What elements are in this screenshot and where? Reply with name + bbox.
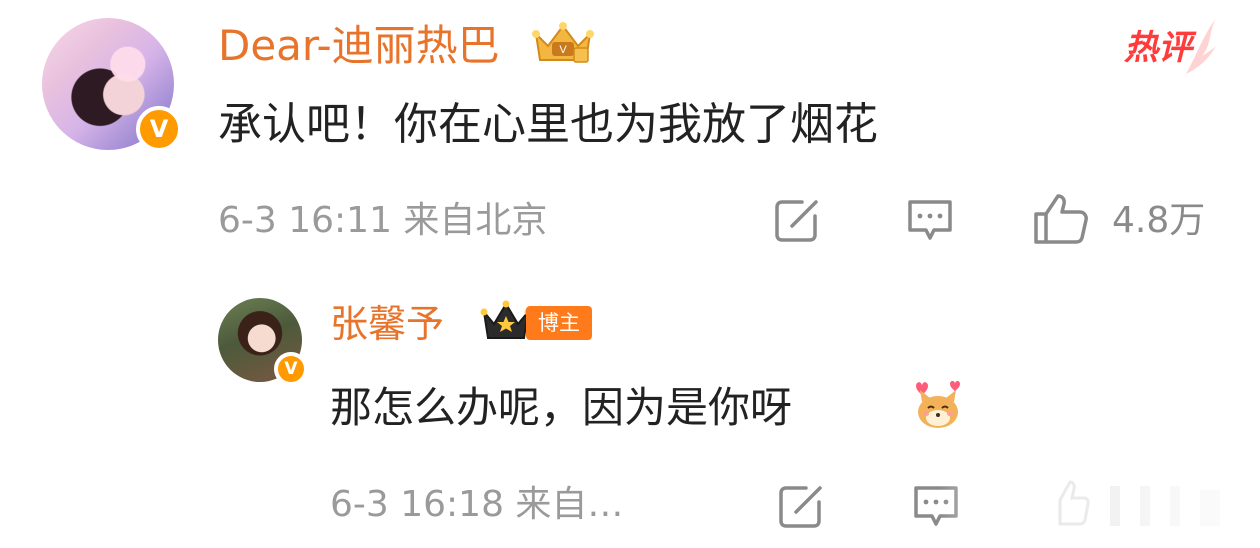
comment-icon[interactable] bbox=[904, 196, 956, 244]
verified-v-icon: V bbox=[136, 106, 182, 152]
comment-meta: 6-3 16:11 来自北京 bbox=[218, 200, 548, 241]
comment-username[interactable]: Dear-迪丽热巴 bbox=[218, 20, 500, 72]
hot-comment-badge: 热评 bbox=[1118, 16, 1218, 76]
gold-crown-icon: V bbox=[532, 22, 594, 63]
reply-text: 那怎么办呢，因为是你呀 bbox=[330, 383, 793, 432]
avatar[interactable]: V bbox=[42, 18, 182, 152]
reply-avatar[interactable]: V bbox=[218, 298, 308, 386]
verified-v-icon: V bbox=[274, 352, 308, 386]
fade-overlay bbox=[940, 470, 1260, 548]
blogger-tag: 博主 bbox=[526, 306, 592, 340]
like-thumb-icon[interactable] bbox=[1032, 192, 1090, 246]
shiba-heart-emoji-icon bbox=[916, 381, 960, 428]
reply-username[interactable]: 张馨予 bbox=[330, 300, 444, 348]
repost-icon[interactable] bbox=[772, 196, 824, 244]
svg-text:V: V bbox=[559, 44, 567, 56]
black-crown-icon bbox=[480, 300, 532, 339]
comment-text: 承认吧！你在心里也为我放了烟花 bbox=[218, 99, 878, 150]
repost-icon[interactable] bbox=[776, 482, 828, 530]
like-count: 4.8万 bbox=[1112, 200, 1206, 241]
reply-meta: 6-3 16:18 来自… bbox=[330, 484, 624, 525]
hot-badge-label: 热评 bbox=[1124, 28, 1192, 68]
